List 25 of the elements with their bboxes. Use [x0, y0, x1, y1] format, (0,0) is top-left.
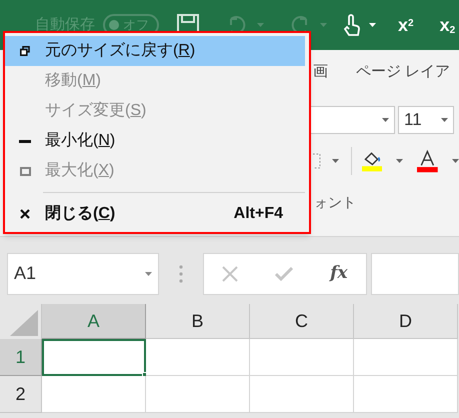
shortcut-label: Alt+F4	[234, 204, 283, 224]
menu-item-label: 閉じる(C)	[45, 204, 116, 224]
menu-item-label: 最大化(X)	[45, 160, 114, 181]
menu-item-label: 最小化(N)	[45, 130, 116, 151]
column-header[interactable]: A	[42, 304, 146, 339]
font-size-field[interactable]: 11	[398, 106, 454, 134]
menu-item-label: 移動(M)	[45, 71, 101, 91]
autosave-label: 自動保存	[35, 14, 95, 35]
row-header[interactable]: 1	[0, 339, 42, 376]
column-header[interactable]: D	[354, 304, 458, 339]
subscript-button[interactable]: x$_{2}$	[440, 12, 456, 38]
menu-item-label: 元のサイズに戻す(R)	[45, 40, 196, 61]
menu-item[interactable]: 元のサイズに戻す(R)	[5, 36, 305, 66]
column-header[interactable]: B	[146, 304, 250, 339]
font-group-label: ォント	[314, 193, 357, 212]
superscript-button[interactable]: x$^{2}$	[398, 12, 414, 38]
menu-item[interactable]: 閉じる(C) Alt+F4	[5, 199, 305, 229]
insert-function-button[interactable]: fx	[330, 260, 348, 286]
row-header[interactable]: 2	[0, 376, 42, 413]
name-box[interactable]: A1	[7, 252, 159, 294]
menu-item[interactable]: 最小化(N)	[5, 126, 305, 156]
ribbon-tab[interactable]: 画	[313, 61, 328, 84]
ribbon-tab[interactable]: ページ レイア	[356, 61, 450, 84]
column-header[interactable]: C	[250, 304, 354, 339]
menu-item-label: サイズ変更(S)	[45, 100, 146, 121]
